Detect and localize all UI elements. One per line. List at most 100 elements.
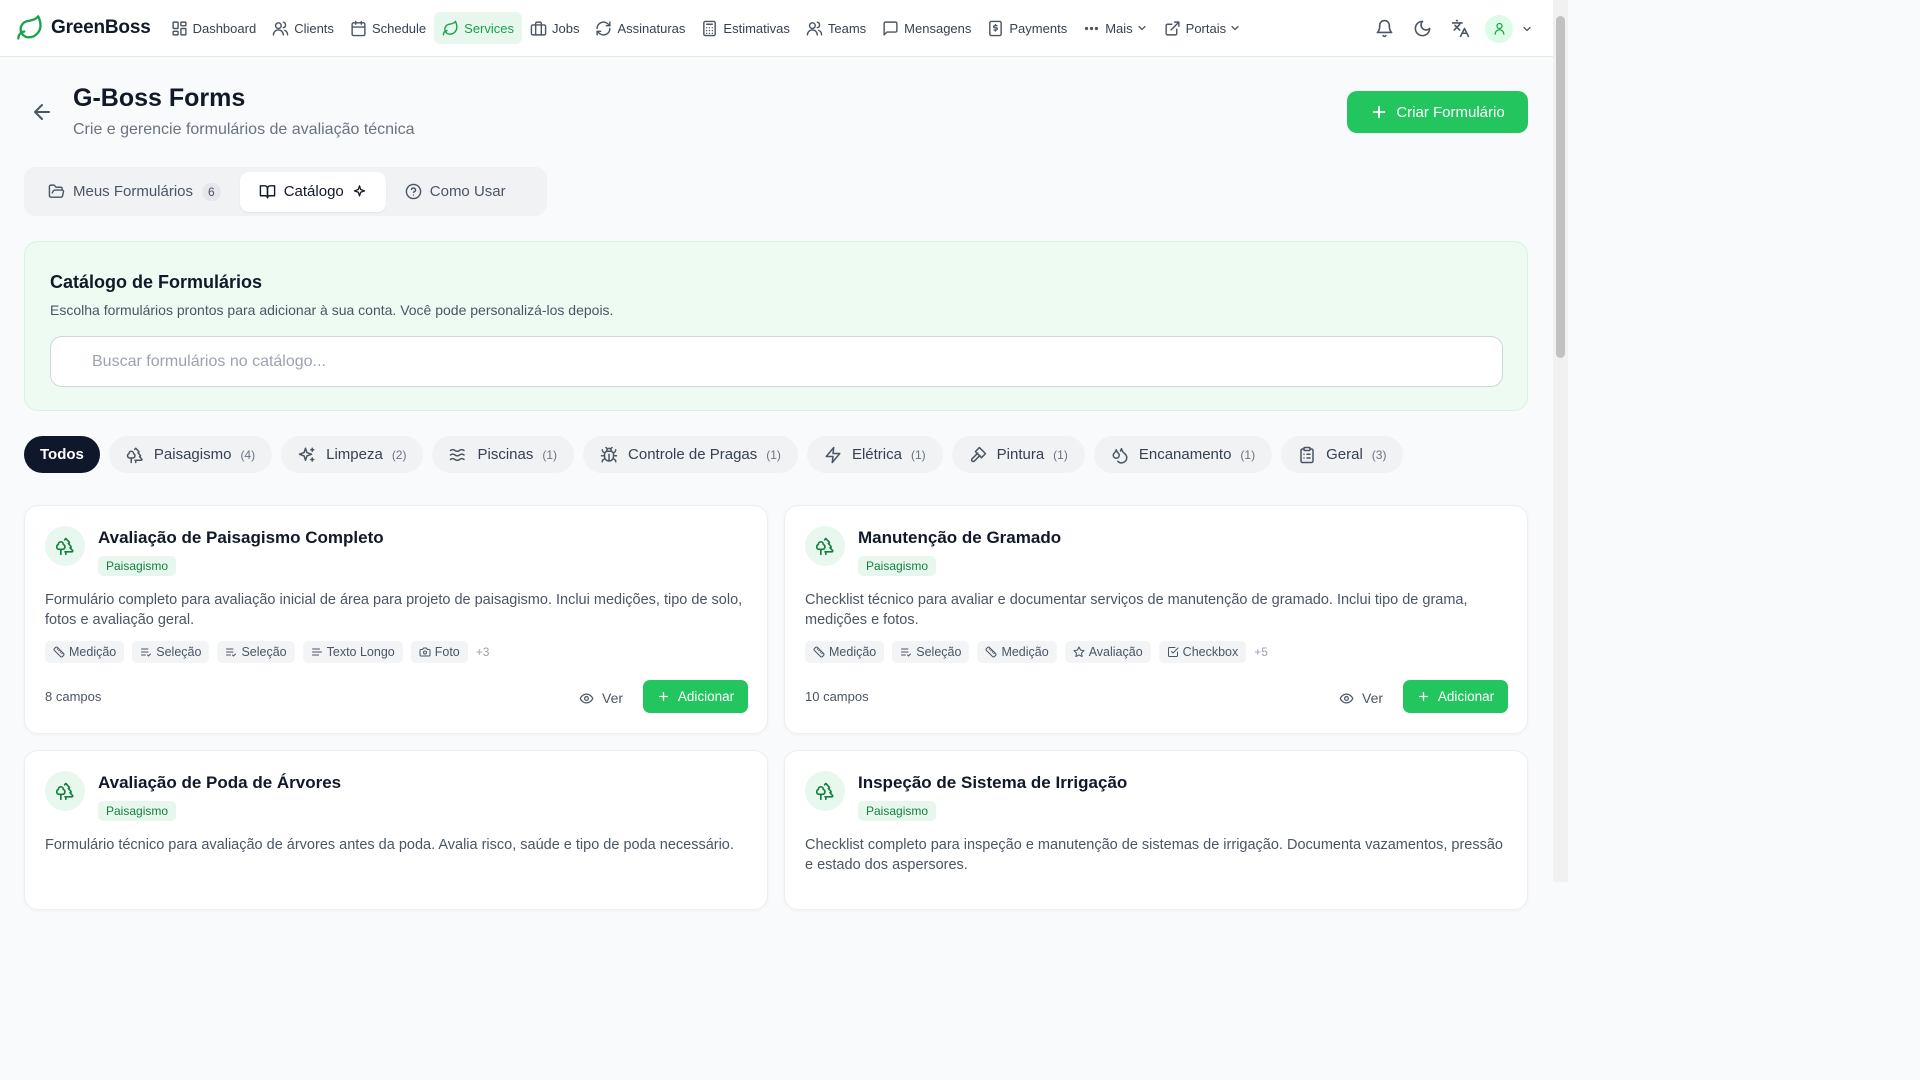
- chip-count: (1): [766, 447, 781, 462]
- chip-label: Paisagismo: [153, 446, 232, 463]
- dots-icon: [1085, 26, 1099, 30]
- more-fields-count: +3: [475, 645, 490, 659]
- field-count: 10 campos: [805, 689, 869, 704]
- nav-item-mais[interactable]: Mais: [1075, 12, 1155, 44]
- nav-item-label: Schedule: [371, 20, 427, 36]
- message-icon: [883, 20, 898, 36]
- sparkles-icon: [298, 447, 315, 462]
- tab-meus-formularios[interactable]: Meus Formulários 6: [29, 172, 240, 212]
- chip-count: (3): [1371, 447, 1387, 462]
- nav-item-clients[interactable]: Clients: [264, 12, 342, 44]
- field-tag: Medição: [805, 641, 885, 663]
- category-badge: Paisagismo: [98, 801, 177, 821]
- external-link-icon: [1165, 20, 1180, 36]
- field-tag: Seleção: [217, 641, 295, 663]
- add-button[interactable]: Adicionar: [1403, 680, 1508, 713]
- eye-icon: [579, 693, 594, 703]
- category-chip-piscinas[interactable]: Piscinas (1): [432, 436, 575, 473]
- theme-toggle-button[interactable]: [1405, 12, 1439, 46]
- nav-item-label: Services: [464, 20, 515, 36]
- nav-item-label: Payments: [1009, 20, 1068, 36]
- category-badge: Paisagismo: [858, 801, 937, 821]
- chevron-down-icon: [1138, 25, 1146, 31]
- chevron-down-icon: [1231, 25, 1239, 31]
- form-card: Avaliação de Paisagismo Completo Paisagi…: [24, 505, 768, 734]
- waves-icon: [450, 448, 466, 461]
- language-button[interactable]: [1443, 12, 1477, 46]
- book-icon: [259, 185, 276, 199]
- category-chip-todos[interactable]: Todos: [24, 436, 100, 473]
- category-chip-limpeza[interactable]: Limpeza (2): [281, 436, 424, 473]
- ruler-icon: [985, 646, 997, 658]
- create-form-button[interactable]: Criar Formulário: [1347, 91, 1528, 133]
- nav-item-schedule[interactable]: Schedule: [342, 12, 434, 44]
- brand[interactable]: GreenBoss: [16, 14, 151, 42]
- page-title: G-Boss Forms: [73, 84, 246, 112]
- field-tag-label: Texto Longo: [326, 645, 395, 659]
- card-icon: [805, 771, 845, 811]
- folder-icon: [48, 184, 65, 198]
- field-tags: Medição Seleção Seleção Texto Longo Foto…: [45, 641, 489, 663]
- nav-item-services[interactable]: Services: [434, 12, 523, 44]
- avatar[interactable]: [1485, 14, 1513, 43]
- ruler-icon: [53, 646, 65, 658]
- scrollbar-thumb[interactable]: [1556, 16, 1565, 358]
- nav-item-label: Estimativas: [723, 20, 790, 36]
- category-chip-paisagismo[interactable]: Paisagismo (4): [108, 436, 273, 473]
- chip-count: (2): [391, 447, 407, 462]
- category-chip-geral[interactable]: Geral (3): [1281, 436, 1404, 473]
- page-scrollbar[interactable]: [1553, 0, 1568, 882]
- card-description: Checklist completo para inspeção e manut…: [805, 837, 1503, 873]
- chevron-down-icon[interactable]: [1521, 23, 1533, 35]
- camera-icon: [419, 647, 431, 657]
- field-tags: Medição Seleção Medição Avaliação Checkb…: [805, 641, 1268, 663]
- nav-item-dashboard[interactable]: Dashboard: [163, 12, 265, 44]
- add-button[interactable]: Adicionar: [643, 680, 748, 713]
- arrow-left-icon: [34, 104, 50, 120]
- nav-item-payments[interactable]: Payments: [979, 12, 1075, 44]
- field-count: 8 campos: [45, 689, 102, 704]
- tab-como-usar[interactable]: Como Usar: [386, 172, 525, 212]
- list-check-icon: [901, 648, 912, 657]
- dollar-icon: [989, 20, 1003, 36]
- field-tag: Seleção: [892, 641, 970, 663]
- nav-item-assinaturas[interactable]: Assinaturas: [587, 12, 693, 44]
- field-tag-label: Avaliação: [1088, 645, 1143, 659]
- tree-icon: [55, 537, 74, 556]
- plus-icon: [1373, 105, 1386, 119]
- category-chip-pintura[interactable]: Pintura (1): [951, 436, 1085, 473]
- nav-item-mensagens[interactable]: Mensagens: [874, 12, 979, 44]
- add-label: Adicionar: [677, 689, 735, 704]
- text-lines-icon: [311, 648, 322, 656]
- nav-item-portais[interactable]: Portais: [1156, 12, 1249, 44]
- sparkles-icon: [353, 185, 365, 197]
- field-tag-label: Checkbox: [1182, 645, 1239, 659]
- eye-icon: [1339, 693, 1354, 703]
- category-chip-eletrica[interactable]: Elétrica (1): [806, 436, 943, 473]
- notifications-button[interactable]: [1367, 12, 1401, 46]
- forms-tabs: Meus Formulários 6 Catálogo Como Usar: [24, 167, 547, 216]
- bell-icon: [1376, 19, 1392, 38]
- users-icon: [272, 20, 289, 36]
- card-icon: [45, 771, 85, 811]
- nav-item-estimativas[interactable]: Estimativas: [693, 12, 797, 44]
- category-chip-encanamento[interactable]: Encanamento (1): [1093, 436, 1273, 473]
- droplets-icon: [1112, 447, 1128, 464]
- view-button[interactable]: Ver: [1339, 682, 1383, 714]
- tab-catalogo[interactable]: Catálogo: [239, 171, 386, 212]
- back-button[interactable]: [30, 100, 54, 124]
- field-tag-label: Seleção: [241, 645, 287, 659]
- create-form-label: Criar Formulário: [1396, 103, 1505, 121]
- chip-label: Piscinas: [477, 446, 534, 463]
- main-nav: Dashboard Clients Schedule Services Jobs…: [163, 12, 1250, 44]
- form-card: Inspeção de Sistema de Irrigação Paisagi…: [784, 750, 1528, 910]
- chip-label: Pintura: [996, 446, 1045, 463]
- nav-item-jobs[interactable]: Jobs: [522, 12, 587, 44]
- chip-label: Controle de Pragas: [628, 446, 758, 463]
- nav-item-teams[interactable]: Teams: [798, 12, 874, 44]
- search-input[interactable]: [51, 337, 1502, 386]
- card-description: Formulário técnico para avaliação de árv…: [45, 837, 734, 853]
- category-chip-controle-de-pragas[interactable]: Controle de Pragas (1): [583, 436, 798, 473]
- bug-icon: [600, 446, 618, 462]
- view-button[interactable]: Ver: [579, 682, 623, 714]
